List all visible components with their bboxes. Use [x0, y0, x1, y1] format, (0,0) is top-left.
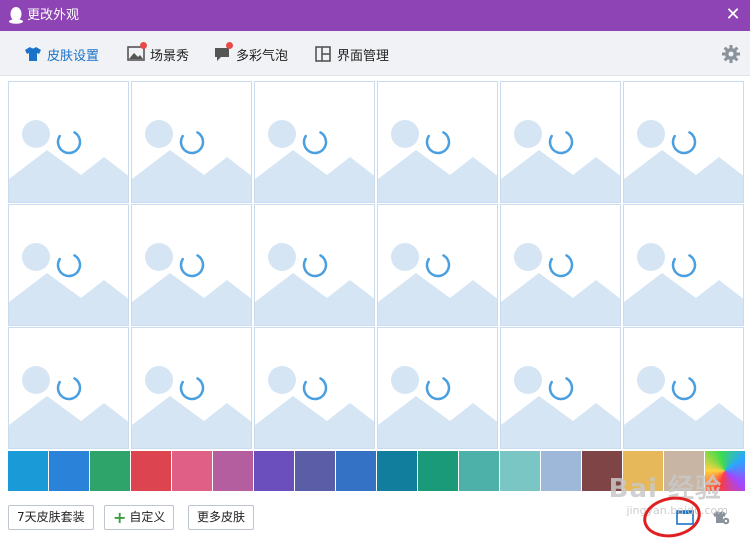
- skin-thumbnail[interactable]: [623, 327, 744, 449]
- plus-icon: +: [113, 508, 127, 527]
- color-swatch[interactable]: [541, 451, 582, 491]
- color-swatch[interactable]: [418, 451, 459, 491]
- color-swatch[interactable]: [8, 451, 49, 491]
- skin-thumbnail[interactable]: [131, 204, 252, 326]
- color-swatch[interactable]: [213, 451, 254, 491]
- button-label: 7天皮肤套装: [17, 510, 85, 524]
- tab-label: 界面管理: [337, 48, 390, 64]
- layout-icon: [314, 45, 332, 63]
- skin-thumbnail[interactable]: [623, 81, 744, 203]
- skin-thumbnail[interactable]: [8, 327, 129, 449]
- color-swatch[interactable]: [49, 451, 90, 491]
- picture-icon: [127, 42, 147, 63]
- image-placeholder-icon: [9, 120, 128, 202]
- image-placeholder-icon: [9, 366, 128, 448]
- tab-bar: 皮肤设置 场景秀 多彩气泡 界面管理: [0, 31, 750, 76]
- image-placeholder-icon: [501, 243, 620, 325]
- gear-icon[interactable]: [721, 44, 741, 64]
- tab-colorful-bubbles[interactable]: 多彩气泡: [213, 42, 289, 64]
- image-placeholder-icon: [624, 243, 743, 325]
- color-swatch[interactable]: [172, 451, 213, 491]
- skin-suit-button[interactable]: 7天皮肤套装: [8, 505, 94, 530]
- skin-thumbnail[interactable]: [623, 204, 744, 326]
- tab-scene-show[interactable]: 场景秀: [127, 42, 190, 64]
- image-placeholder-icon: [501, 366, 620, 448]
- color-swatch[interactable]: [254, 451, 295, 491]
- image-placeholder-icon: [501, 120, 620, 202]
- tab-label: 皮肤设置: [47, 48, 100, 64]
- skin-thumbnail-grid: [8, 81, 744, 450]
- image-placeholder-icon: [255, 366, 374, 448]
- skin-thumbnail[interactable]: [500, 81, 621, 203]
- tab-skin-settings[interactable]: 皮肤设置: [24, 44, 99, 64]
- image-placeholder-icon: [378, 243, 497, 325]
- qq-penguin-icon: [9, 7, 23, 24]
- image-placeholder-icon: [132, 243, 251, 325]
- image-placeholder-icon: [378, 366, 497, 448]
- skin-thumbnail[interactable]: [377, 204, 498, 326]
- image-placeholder-icon: [624, 120, 743, 202]
- image-placeholder-icon: [132, 120, 251, 202]
- button-label: 自定义: [129, 510, 166, 524]
- skin-thumbnail[interactable]: [8, 81, 129, 203]
- color-swatch[interactable]: [336, 451, 377, 491]
- skin-thumbnail[interactable]: [254, 81, 375, 203]
- image-placeholder-icon: [255, 120, 374, 202]
- color-swatch[interactable]: [295, 451, 336, 491]
- skin-thumbnail[interactable]: [131, 81, 252, 203]
- skin-thumbnail[interactable]: [500, 327, 621, 449]
- image-placeholder-icon: [9, 243, 128, 325]
- tshirt-icon: [24, 45, 42, 63]
- color-swatch[interactable]: [377, 451, 418, 491]
- tab-label: 多彩气泡: [236, 48, 289, 64]
- window-title: 更改外观: [27, 8, 80, 23]
- skin-thumbnail[interactable]: [8, 204, 129, 326]
- skin-thumbnail[interactable]: [377, 327, 498, 449]
- image-placeholder-icon: [378, 120, 497, 202]
- skin-thumbnail[interactable]: [254, 204, 375, 326]
- image-placeholder-icon: [132, 366, 251, 448]
- button-label: 更多皮肤: [197, 510, 246, 524]
- skin-thumbnail[interactable]: [377, 81, 498, 203]
- notification-dot: [226, 42, 233, 49]
- notification-dot: [140, 42, 147, 49]
- image-placeholder-icon: [255, 243, 374, 325]
- color-swatch[interactable]: [131, 451, 172, 491]
- tab-interface-management[interactable]: 界面管理: [314, 44, 389, 64]
- title-bar: 更改外观 ✕: [0, 0, 750, 31]
- color-swatch[interactable]: [90, 451, 131, 491]
- close-button[interactable]: ✕: [722, 4, 744, 26]
- skin-thumbnail[interactable]: [254, 327, 375, 449]
- custom-skin-button[interactable]: + 自定义: [104, 505, 175, 530]
- skin-thumbnail[interactable]: [131, 327, 252, 449]
- color-swatch[interactable]: [459, 451, 500, 491]
- speech-bubble-icon: [213, 42, 233, 63]
- image-placeholder-icon: [624, 366, 743, 448]
- skin-thumbnail[interactable]: [500, 204, 621, 326]
- tab-label: 场景秀: [150, 48, 190, 64]
- more-skins-button[interactable]: 更多皮肤: [188, 505, 255, 530]
- color-swatch[interactable]: [500, 451, 541, 491]
